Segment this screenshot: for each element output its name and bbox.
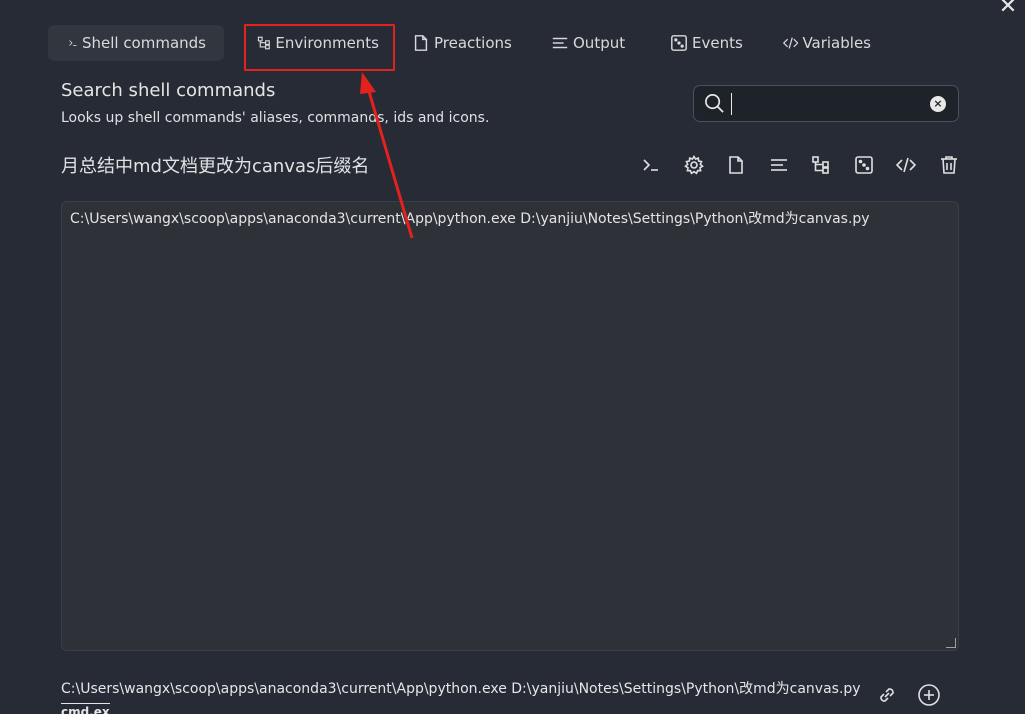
tab-label: Variables [802, 34, 871, 52]
shell-command-text: C:\Users\wangx\scoop\apps\anaconda3\curr… [70, 211, 870, 227]
plus-circle-icon [918, 684, 940, 706]
align-left-icon [552, 37, 568, 49]
file-icon [414, 35, 428, 51]
align-left-icon [770, 159, 787, 171]
tab-preactions[interactable]: Preactions [402, 25, 530, 61]
git-branch-icon [257, 36, 270, 50]
resize-handle[interactable] [946, 638, 956, 648]
dice-icon [854, 156, 873, 174]
variables-button[interactable] [885, 150, 928, 180]
terminal-icon [643, 159, 659, 171]
text-caret [731, 92, 732, 115]
add-button[interactable] [917, 683, 941, 707]
search-icon [705, 94, 724, 113]
clear-search-icon[interactable]: × [930, 96, 946, 112]
tab-events[interactable]: Events [660, 25, 764, 61]
events-button[interactable] [843, 150, 886, 180]
tab-output[interactable]: Output [541, 25, 651, 61]
tab-label: Environments [275, 34, 379, 52]
environments-button[interactable] [800, 150, 843, 180]
general-settings-button[interactable] [673, 150, 716, 180]
search-title: Search shell commands [61, 80, 276, 101]
tab-label: Output [573, 34, 626, 52]
tab-bar: Shell commands Environments Preactions O… [48, 24, 889, 62]
delete-button[interactable] [928, 150, 971, 180]
code-icon [783, 37, 799, 49]
command-alias: 月总结中md文档更改为canvas后缀名 [61, 156, 370, 177]
footer-actions [875, 683, 941, 707]
link-icon [880, 688, 894, 702]
preactions-button[interactable] [715, 150, 758, 180]
gear-icon [683, 155, 704, 175]
tab-variables[interactable]: Variables [773, 25, 889, 61]
tab-environments[interactable]: Environments [247, 25, 397, 61]
tab-shell-commands[interactable]: Shell commands [48, 25, 224, 61]
tab-label: Preactions [434, 34, 512, 52]
file-icon [729, 156, 744, 174]
command-preview: C:\Users\wangx\scoop\apps\anaconda3\curr… [61, 681, 861, 697]
git-branch-icon [812, 156, 830, 174]
search-input[interactable] [742, 94, 922, 113]
shell-command-settings-button[interactable] [630, 150, 673, 180]
output-button[interactable] [758, 150, 801, 180]
search-description: Looks up shell commands' aliases, comman… [61, 110, 490, 126]
terminal-icon [69, 40, 77, 46]
command-toolbar [630, 150, 970, 180]
shell-command-textarea[interactable]: C:\Users\wangx\scoop\apps\anaconda3\curr… [61, 201, 959, 651]
close-icon[interactable]: ✕ [997, 0, 1019, 18]
tab-label: Shell commands [81, 34, 206, 52]
tab-label: Events [692, 34, 743, 52]
search-box[interactable]: × [693, 85, 959, 122]
trash-icon [940, 156, 957, 174]
shell-name: cmd.exe [61, 703, 110, 714]
code-icon [896, 157, 917, 173]
copy-link-button[interactable] [875, 683, 899, 707]
dice-icon [671, 35, 687, 51]
